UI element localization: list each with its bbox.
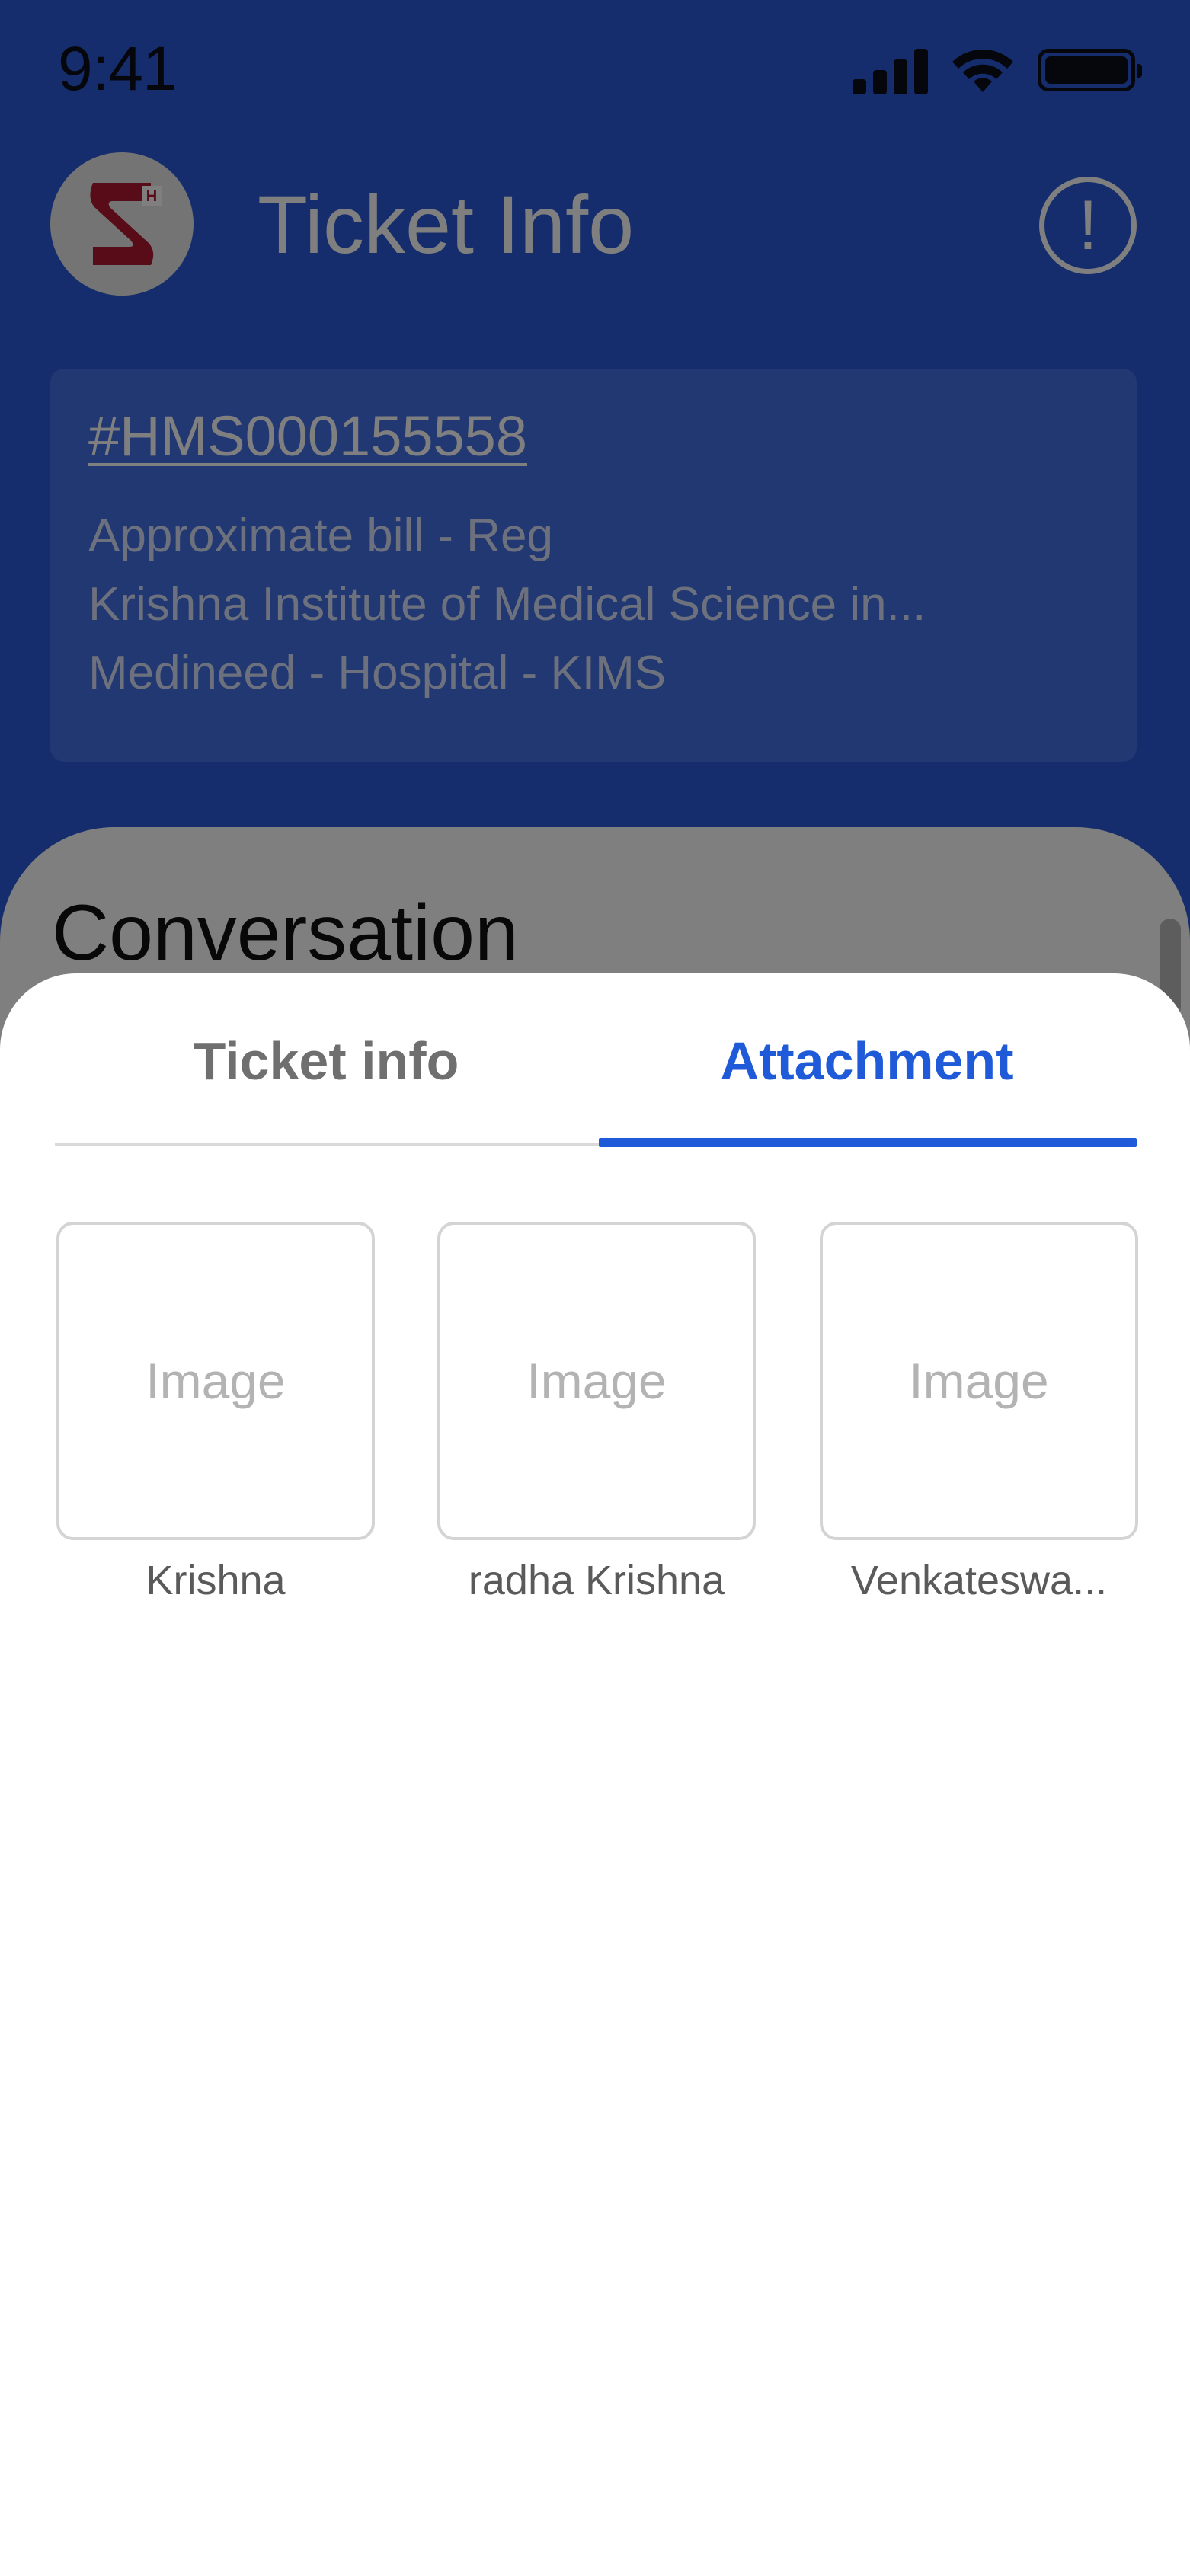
bottom-sheet: Ticket info Attachment Image Krishna Ima… [0,973,1190,2576]
attachment-thumbnail[interactable]: Image [820,1222,1138,1540]
attachment-thumbnail[interactable]: Image [437,1222,756,1540]
attachment-name: Krishna [146,1558,286,1603]
active-tab-indicator [599,1138,1137,1147]
tab-ticket-info[interactable]: Ticket info [55,973,597,1149]
attachment-thumbnail[interactable]: Image [56,1222,375,1540]
tab-bar: Ticket info Attachment [55,973,1137,1149]
attachment-item[interactable]: Image Venkateswa... [820,1222,1138,1604]
attachment-name: Venkateswa... [850,1558,1108,1603]
tab-attachment[interactable]: Attachment [597,973,1137,1149]
attachment-name: radha Krishna [468,1558,725,1603]
attachment-item[interactable]: Image radha Krishna [437,1222,756,1604]
attachment-item[interactable]: Image Krishna [56,1222,375,1604]
attachment-grid: Image Krishna Image radha Krishna Image … [56,1222,1138,1648]
